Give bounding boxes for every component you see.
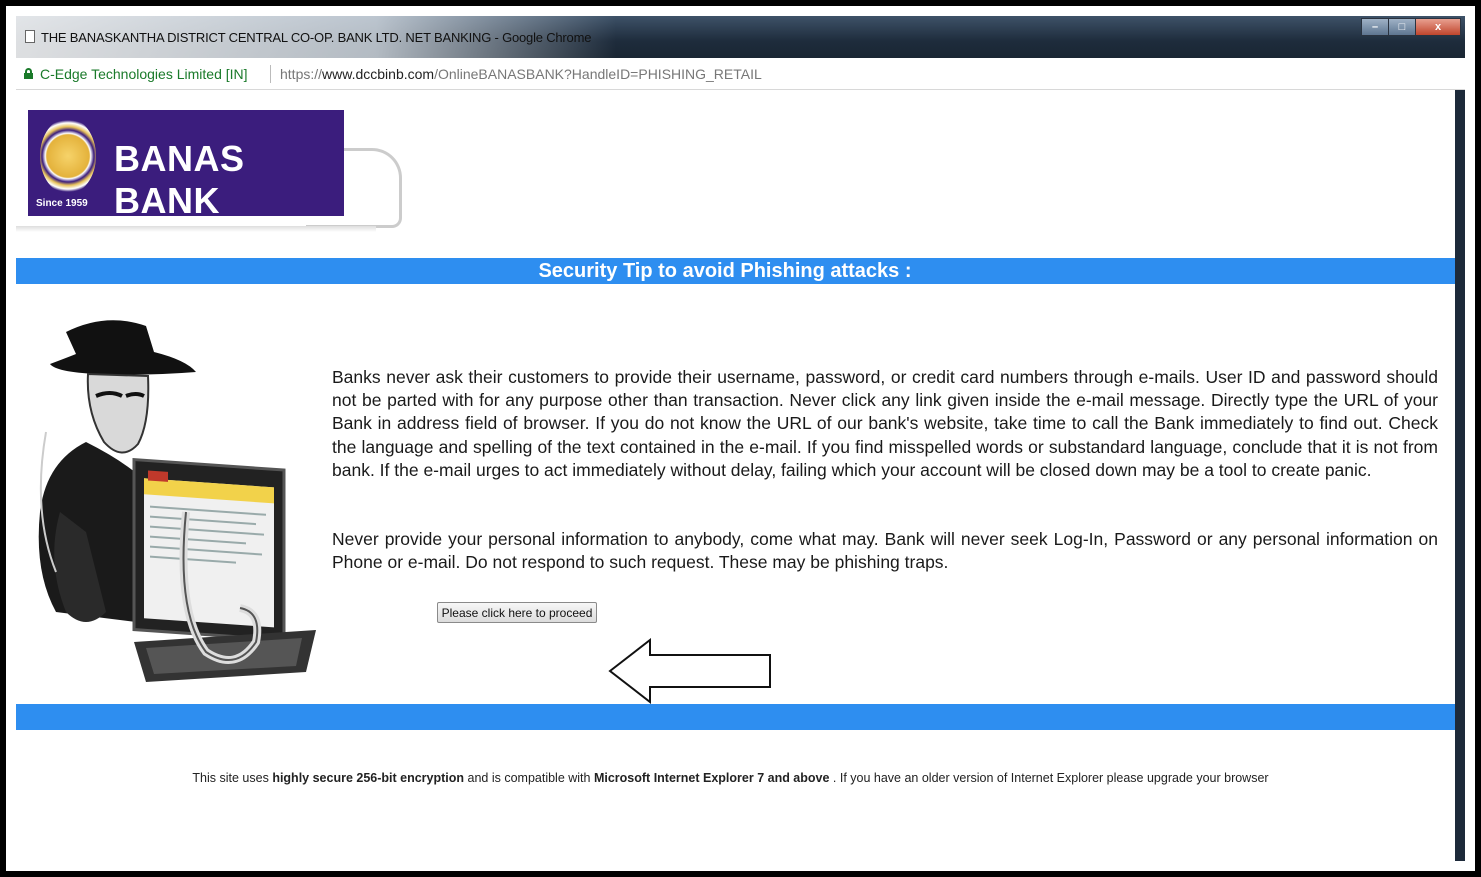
phishing-hacker-illustration <box>38 320 316 682</box>
close-button[interactable]: x <box>1415 18 1461 36</box>
footer-browser: Microsoft Internet Explorer 7 and above <box>593 771 830 785</box>
certificate-owner[interactable]: C-Edge Technologies Limited [IN] <box>40 66 248 82</box>
security-tip-paragraph-2: Never provide your personal information … <box>332 529 1438 573</box>
footer-bar <box>16 704 1455 730</box>
window-title: THE BANASKANTHA DISTRICT CENTRAL CO-OP. … <box>41 30 592 45</box>
url-text[interactable]: https://www.dccbinb.com/OnlineBANASBANK?… <box>280 66 762 82</box>
page-viewport: BANAS BANK Since 1959 Security Tip to av… <box>16 90 1455 861</box>
browser-window: THE BANASKANTHA DISTRICT CENTRAL CO-OP. … <box>16 16 1465 861</box>
screenshot-frame: THE BANASKANTHA DISTRICT CENTRAL CO-OP. … <box>6 6 1475 871</box>
footer-text-1: This site uses <box>192 771 273 785</box>
footer-encryption: highly secure 256-bit encryption <box>272 771 465 785</box>
title-bar: THE BANASKANTHA DISTRICT CENTRAL CO-OP. … <box>16 16 1465 58</box>
browser-compatibility-note: This site uses highly secure 256-bit enc… <box>16 771 1445 785</box>
window-right-border <box>1455 90 1465 861</box>
proceed-button[interactable]: Please click here to proceed <box>437 602 597 623</box>
window-controls: – □ x <box>1361 18 1461 36</box>
security-tip-paragraph-1: Banks never ask their customers to provi… <box>332 367 1438 480</box>
url-host: www.dccbinb.com <box>322 66 435 82</box>
page-icon <box>25 30 35 43</box>
lock-icon[interactable] <box>24 68 33 79</box>
bank-since: Since 1959 <box>36 198 88 209</box>
footer-text-2: and is compatible with <box>464 771 594 785</box>
minimize-button[interactable]: – <box>1361 18 1389 36</box>
maximize-button[interactable]: □ <box>1388 18 1416 36</box>
address-separator <box>270 65 271 83</box>
url-path: /OnlineBANASBANK?HandleID=PHISHING_RETAI… <box>434 66 762 82</box>
left-arrow-icon <box>608 638 771 704</box>
section-title: Security Tip to avoid Phishing attacks : <box>538 260 912 282</box>
url-scheme: https:// <box>280 66 323 82</box>
bank-brand-name: BANAS BANK <box>114 138 245 221</box>
logo-card: BANAS BANK Since 1959 <box>16 90 402 232</box>
address-bar[interactable]: C-Edge Technologies Limited [IN] https:/… <box>16 58 1465 90</box>
logo-card-shadow <box>16 226 376 232</box>
footer-text-3: . If you have an older version of Intern… <box>829 771 1269 785</box>
bank-emblem-icon <box>40 118 96 194</box>
bank-logo: BANAS BANK Since 1959 <box>28 110 344 221</box>
